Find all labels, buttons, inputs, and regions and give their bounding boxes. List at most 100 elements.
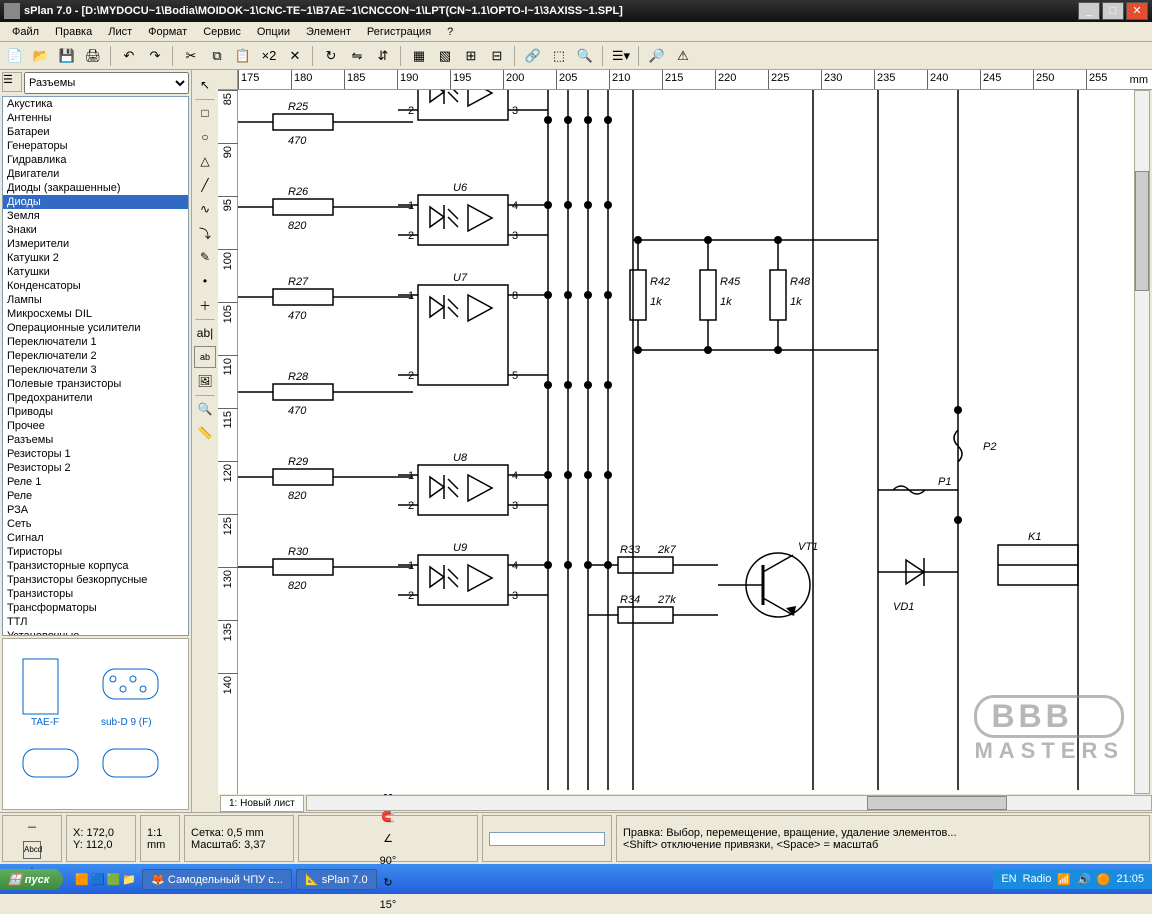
list-item[interactable]: Генераторы (3, 139, 188, 153)
list-item[interactable]: Транзисторы безкорпусные (3, 573, 188, 587)
line-tool-icon[interactable]: ╱ (194, 174, 216, 196)
sheet-tab[interactable]: 1: Новый лист (220, 795, 304, 812)
mirror-v-icon[interactable]: ⇵ (372, 45, 394, 67)
menu-edit[interactable]: Правка (47, 24, 100, 39)
menu-service[interactable]: Сервис (195, 24, 249, 39)
list-item[interactable]: Антенны (3, 111, 188, 125)
list-item[interactable]: Микросхемы DIL (3, 307, 188, 321)
tray-icon[interactable]: 🟠 (1097, 873, 1111, 886)
new-icon[interactable]: 📄 (4, 45, 26, 67)
list-item[interactable]: Конденсаторы (3, 279, 188, 293)
tray-icon[interactable]: 🔊 (1077, 873, 1091, 886)
back-icon[interactable]: ▧ (434, 45, 456, 67)
list-item[interactable]: Разъемы (3, 433, 188, 447)
start-button[interactable]: 🪟 пуск (0, 869, 63, 890)
image-tool-icon[interactable]: 🖼 (194, 370, 216, 392)
list-item[interactable]: Резисторы 1 (3, 447, 188, 461)
list-item[interactable]: Земля (3, 209, 188, 223)
list-icon[interactable]: ☰▾ (610, 45, 632, 67)
menu-registration[interactable]: Регистрация (359, 24, 439, 39)
list-item[interactable]: Реле 1 (3, 475, 188, 489)
list-item[interactable]: Катушки 2 (3, 251, 188, 265)
list-item[interactable]: ТТЛ (3, 615, 188, 629)
menu-format[interactable]: Формат (140, 24, 195, 39)
menu-file[interactable]: Файл (4, 24, 47, 39)
list-item[interactable]: Предохранители (3, 391, 188, 405)
open-icon[interactable]: 📂 (30, 45, 52, 67)
angle-icon[interactable]: ∠ (379, 830, 397, 848)
list-item[interactable]: Резисторы 2 (3, 461, 188, 475)
menu-sheet[interactable]: Лист (100, 24, 140, 39)
task-item[interactable]: 🦊 Самодельный ЧПУ с... (142, 869, 292, 890)
list-item[interactable]: Переключатели 1 (3, 335, 188, 349)
list-item[interactable]: Полевые транзисторы (3, 377, 188, 391)
list-item[interactable]: Переключатели 3 (3, 363, 188, 377)
ungroup-icon[interactable]: ⊟ (486, 45, 508, 67)
quicklaunch-icon[interactable]: 🟦 (91, 873, 105, 886)
link-icon[interactable]: 🔗 (522, 45, 544, 67)
rotate-icon[interactable]: ↻ (320, 45, 342, 67)
list-item[interactable]: Прочее (3, 419, 188, 433)
category-button[interactable]: ☰ (2, 72, 22, 92)
paste-icon[interactable]: 📋 (232, 45, 254, 67)
cut-icon[interactable]: ✂ (180, 45, 202, 67)
tray-icon[interactable]: 📶 (1057, 873, 1071, 886)
maximize-button[interactable]: □ (1102, 2, 1124, 20)
delete-icon[interactable]: ✕ (284, 45, 306, 67)
list-item[interactable]: Трансформаторы (3, 601, 188, 615)
list-item[interactable]: Приводы (3, 405, 188, 419)
copy-icon[interactable]: ⧉ (206, 45, 228, 67)
list-item[interactable]: Батареи (3, 125, 188, 139)
search-icon[interactable]: 🔍 (574, 45, 596, 67)
print-icon[interactable]: 🖨 (82, 45, 104, 67)
poly-tool-icon[interactable]: △ (194, 150, 216, 172)
node-tool-icon[interactable]: ＋ (194, 294, 216, 316)
menu-options[interactable]: Опции (249, 24, 298, 39)
warning-icon[interactable]: ⚠ (672, 45, 694, 67)
schematic-canvas[interactable]: R25470R26820R27470R28470R29820R308201243… (238, 90, 1134, 794)
task-item[interactable]: 📐 sPlan 7.0 (296, 869, 377, 890)
list-item[interactable]: Переключатели 2 (3, 349, 188, 363)
status-zoom-out-icon[interactable]: － (23, 819, 41, 837)
save-icon[interactable]: 💾 (56, 45, 78, 67)
system-tray[interactable]: EN Radio 📶 🔊 🟠 21:05 (993, 870, 1152, 889)
list-item[interactable]: Операционные усилители (3, 321, 188, 335)
component-icon[interactable]: ⬚ (548, 45, 570, 67)
list-item[interactable]: Измерители (3, 237, 188, 251)
list-item[interactable]: Катушки (3, 265, 188, 279)
list-item[interactable]: РЗА (3, 503, 188, 517)
list-item[interactable]: Гидравлика (3, 153, 188, 167)
list-item[interactable]: Транзисторы (3, 587, 188, 601)
zoom-tool-icon[interactable]: 🔍 (194, 398, 216, 420)
list-item[interactable]: Установочные (3, 629, 188, 636)
rect-tool-icon[interactable]: □ (194, 102, 216, 124)
list-item[interactable]: Акустика (3, 97, 188, 111)
list-item[interactable]: Лампы (3, 293, 188, 307)
rotate-step-icon[interactable]: ↻ (379, 874, 397, 892)
horizontal-scrollbar[interactable] (306, 795, 1152, 811)
list-item[interactable]: Знаки (3, 223, 188, 237)
list-item[interactable]: Двигатели (3, 167, 188, 181)
freehand-tool-icon[interactable]: ✎ (194, 246, 216, 268)
circle-tool-icon[interactable]: ○ (194, 126, 216, 148)
undo-icon[interactable]: ↶ (118, 45, 140, 67)
cursor-tool-icon[interactable]: ↖ (194, 74, 216, 96)
status-label-icon[interactable]: Abcd (23, 841, 41, 859)
list-item[interactable]: Сеть (3, 517, 188, 531)
quicklaunch-icon[interactable]: 📁 (122, 873, 136, 886)
tray-radio[interactable]: Radio (1023, 873, 1052, 885)
bezier-tool-icon[interactable]: ⤵ (194, 222, 216, 244)
list-item[interactable]: Тиристоры (3, 545, 188, 559)
category-select[interactable]: Разъемы (24, 72, 189, 94)
close-button[interactable]: ✕ (1126, 2, 1148, 20)
status-input[interactable] (489, 832, 605, 846)
list-item[interactable]: Диоды (закрашенные) (3, 181, 188, 195)
front-icon[interactable]: ▦ (408, 45, 430, 67)
mirror-h-icon[interactable]: ⇋ (346, 45, 368, 67)
curve-tool-icon[interactable]: ∿ (194, 198, 216, 220)
vertical-scrollbar[interactable] (1134, 90, 1152, 794)
label-tool-icon[interactable]: ab (194, 346, 216, 368)
list-item[interactable]: Диоды (3, 195, 188, 209)
text-tool-icon[interactable]: ab| (194, 322, 216, 344)
group-icon[interactable]: ⊞ (460, 45, 482, 67)
